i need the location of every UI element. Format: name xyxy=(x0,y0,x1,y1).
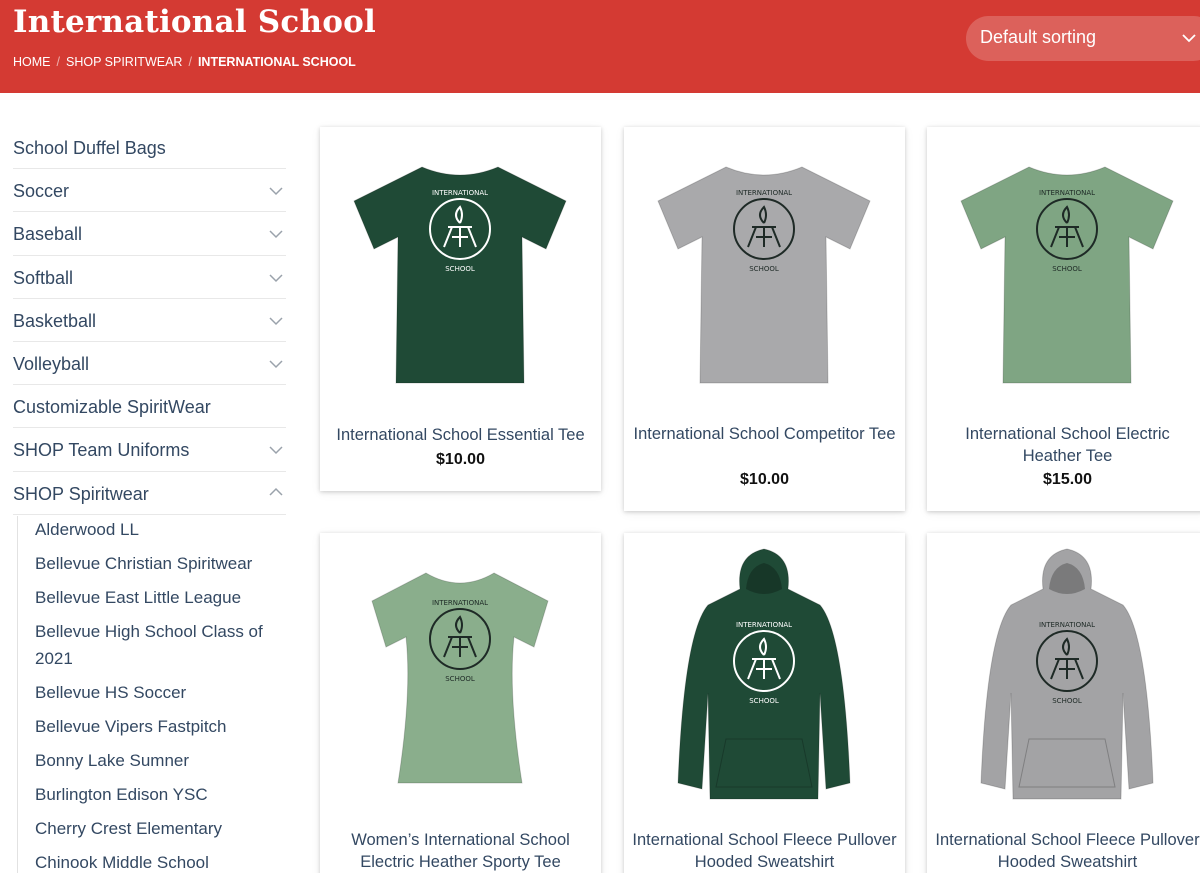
sidebar-item-customizable-spiritwear[interactable]: Customizable SpiritWear xyxy=(13,385,286,429)
sidebar-item-label: Volleyball xyxy=(13,353,90,374)
sidebar-item-volleyball[interactable]: Volleyball xyxy=(13,342,286,386)
sidebar-item-shop-team-uniforms[interactable]: SHOP Team Uniforms xyxy=(13,428,286,472)
subcategory-link[interactable]: Cherry Crest Elementary xyxy=(35,815,287,842)
product-garment: INTERNATIONAL SCHOOL xyxy=(980,548,1154,800)
chevron-down-icon[interactable] xyxy=(266,223,286,243)
logo-text-top: INTERNATIONAL xyxy=(432,599,488,607)
sidebar-item-softball[interactable]: Softball xyxy=(13,256,286,299)
subcategory-link[interactable]: Burlington Edison YSC xyxy=(35,781,287,808)
page-title: International School xyxy=(13,4,376,40)
product-garment: INTERNATIONAL SCHOOL xyxy=(677,548,851,800)
subcategory-list: Alderwood LL Bellevue Christian Spiritwe… xyxy=(17,516,287,873)
product-image[interactable]: INTERNATIONAL SCHOOL xyxy=(340,137,581,407)
sidebar-item-label: School Duffel Bags xyxy=(13,138,166,158)
sidebar-item-label: Customizable SpiritWear xyxy=(13,397,211,418)
chevron-down-icon[interactable] xyxy=(266,439,286,459)
subcategory-link[interactable]: Chinook Middle School xyxy=(35,849,287,873)
sidebar-item-school-duffel-bags[interactable]: School Duffel Bags xyxy=(13,126,286,170)
logo-text-top: INTERNATIONAL xyxy=(432,189,488,197)
product-card[interactable]: INTERNATIONAL SCHOOL International School… xyxy=(624,533,905,873)
subcategory-link[interactable]: Bellevue HS Soccer xyxy=(35,679,287,706)
chevron-down-icon[interactable] xyxy=(266,310,286,330)
logo-text-top: INTERNATIONAL xyxy=(736,621,792,629)
page-header: International School HOME / SHOP SPIRITWEA… xyxy=(0,0,1200,93)
sidebar-item-label: Softball xyxy=(13,267,74,288)
sidebar-item-basketball[interactable]: Basketball xyxy=(13,299,286,342)
product-title[interactable]: International School Electric Heather Te… xyxy=(935,424,1200,467)
sort-select-value: Default sorting xyxy=(980,27,1097,47)
sidebar-item-label: SHOP Team Uniforms xyxy=(13,440,190,461)
product-card[interactable]: INTERNATIONAL SCHOOL International School… xyxy=(320,127,601,491)
breadcrumb-home-link[interactable]: HOME xyxy=(13,55,51,69)
product-card[interactable]: INTERNATIONAL SCHOOL International School… xyxy=(927,127,1200,511)
subcategory-link[interactable]: Bellevue High School Class of 2021 xyxy=(35,618,275,672)
product-image[interactable]: INTERNATIONAL SCHOOL xyxy=(947,137,1188,407)
logo-text-bottom: SCHOOL xyxy=(749,265,779,273)
chevron-down-icon xyxy=(1181,24,1197,57)
chevron-up-icon[interactable] xyxy=(266,483,286,503)
product-title[interactable]: International School Essential Tee xyxy=(328,425,593,447)
subcategory-link[interactable]: Bellevue Vipers Fastpitch xyxy=(35,713,287,740)
subcategory-link[interactable]: Bonny Lake Sumner xyxy=(35,747,287,774)
chevron-down-icon[interactable] xyxy=(266,353,286,373)
sidebar-item-label: SHOP Spiritwear xyxy=(13,483,149,504)
breadcrumb-shop-spiritwear-link[interactable]: SHOP SPIRITWEAR xyxy=(66,55,182,69)
product-price: $10.00 xyxy=(436,451,485,468)
product-garment: INTERNATIONAL SCHOOL xyxy=(657,166,871,384)
sidebar-item-label: Soccer xyxy=(13,181,70,202)
chevron-down-icon[interactable] xyxy=(266,180,286,200)
subcategory-link[interactable]: Bellevue East Little League xyxy=(35,584,287,611)
sidebar-item-shop-spiritwear[interactable]: SHOP Spiritwear xyxy=(13,472,286,515)
logo-text-bottom: SCHOOL xyxy=(445,265,475,273)
product-garment: INTERNATIONAL SCHOOL xyxy=(371,572,549,784)
breadcrumb: HOME / SHOP SPIRITWEAR / INTERNATIONAL SCHOO… xyxy=(13,55,356,69)
category-sidebar: School Duffel Bags Soccer Baseball Softb… xyxy=(13,126,286,515)
sidebar-item-label: Baseball xyxy=(13,224,83,245)
breadcrumb-current: INTERNATIONAL SCHOOL xyxy=(197,55,356,69)
product-title[interactable]: Women’s International School Electric He… xyxy=(328,830,593,873)
product-image[interactable]: INTERNATIONAL SCHOOL xyxy=(947,543,1188,813)
product-image[interactable]: INTERNATIONAL SCHOOL xyxy=(644,543,885,813)
product-image[interactable]: INTERNATIONAL SCHOOL xyxy=(644,137,885,407)
logo-text-top: INTERNATIONAL xyxy=(1039,621,1095,629)
chevron-down-icon[interactable] xyxy=(266,267,286,287)
product-card[interactable]: INTERNATIONAL SCHOOL International School… xyxy=(624,127,905,511)
sidebar-item-soccer[interactable]: Soccer xyxy=(13,169,286,213)
subcategory-link[interactable]: Alderwood LL xyxy=(35,516,287,543)
subcategory-link[interactable]: Bellevue Christian Spiritwear xyxy=(35,550,287,577)
product-price: $15.00 xyxy=(1043,471,1092,488)
sidebar-item-baseball[interactable]: Baseball xyxy=(13,212,286,256)
product-price: $10.00 xyxy=(740,471,789,488)
logo-text-top: INTERNATIONAL xyxy=(1039,189,1095,197)
logo-text-bottom: SCHOOL xyxy=(749,697,779,705)
product-title[interactable]: International School Fleece Pullover Hoo… xyxy=(632,830,897,873)
product-image[interactable]: INTERNATIONAL SCHOOL xyxy=(340,543,581,813)
product-garment: INTERNATIONAL SCHOOL xyxy=(960,166,1174,384)
product-card[interactable]: INTERNATIONAL SCHOOL Women’s Internationa… xyxy=(320,533,601,873)
logo-text-bottom: SCHOOL xyxy=(1052,265,1082,273)
product-garment: INTERNATIONAL SCHOOL xyxy=(353,166,567,384)
product-title[interactable]: International School Fleece Pullover Hoo… xyxy=(935,830,1200,873)
product-title[interactable]: International School Competitor Tee xyxy=(632,424,897,446)
sort-select[interactable]: Default sorting xyxy=(966,16,1200,61)
sidebar-item-label: Basketball xyxy=(13,310,97,331)
product-card[interactable]: INTERNATIONAL SCHOOL International School… xyxy=(927,533,1200,873)
breadcrumb-separator: / xyxy=(56,55,60,69)
logo-text-top: INTERNATIONAL xyxy=(736,189,792,197)
logo-text-bottom: SCHOOL xyxy=(1052,697,1082,705)
logo-text-bottom: SCHOOL xyxy=(445,675,475,683)
breadcrumb-separator: / xyxy=(188,55,192,69)
